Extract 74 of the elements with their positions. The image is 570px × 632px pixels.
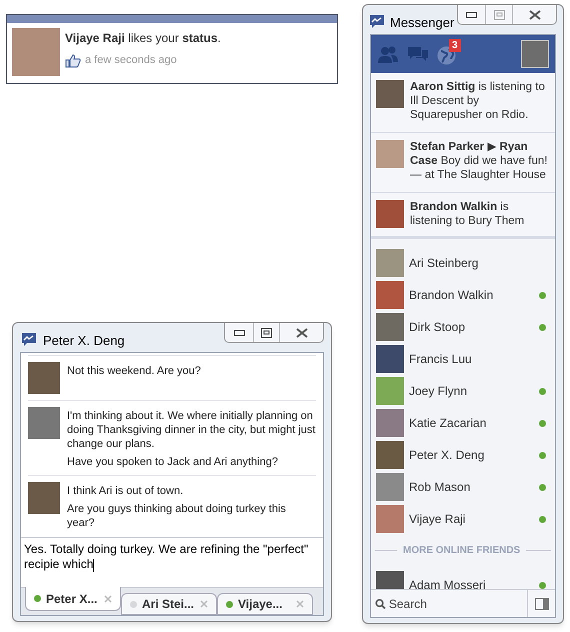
message-text: I'm thinking about it. We where initially planning on doing Thanksgiving dinner in the city, but might just change our plans.	[67, 409, 316, 451]
avatar-photo-placeholder	[28, 362, 60, 394]
avatar-photo-placeholder	[376, 473, 404, 501]
ticker-item[interactable]: Aaron Sittig is listening to Ill Descent by Squarepusher on Rdio.	[371, 73, 555, 133]
search-icon	[375, 598, 386, 610]
close-icon[interactable]	[104, 594, 112, 603]
friend-item[interactable]: Rob Mason	[375, 471, 551, 503]
avatar-photo-placeholder	[376, 200, 404, 228]
friend-item[interactable]: Brandon Walkin	[375, 279, 551, 311]
search-field[interactable]: Search	[388, 594, 523, 612]
window-title: Peter X. Deng	[43, 332, 125, 350]
avatar-photo-placeholder	[376, 313, 404, 341]
message-text: Not this weekend. Are you?	[67, 364, 201, 378]
avatar-photo-placeholder	[376, 345, 404, 373]
avatar-photo-placeholder	[28, 407, 60, 439]
message-text: I think Ari is out of town.	[67, 484, 184, 498]
friend-item[interactable]: Peter X. Deng	[375, 439, 551, 471]
avatar-photo-placeholder	[376, 377, 404, 405]
friends-icon[interactable]	[377, 45, 399, 63]
notification-badge: 3	[449, 39, 461, 52]
message-text: Are you guys thinking about doing turkey this year?	[67, 502, 287, 530]
chat-tab[interactable]: Peter X...	[25, 587, 121, 612]
friend-name: Katie Zacarian	[409, 415, 488, 432]
close-icon	[296, 328, 308, 338]
profile-photo-placeholder[interactable]	[521, 40, 549, 68]
messenger-logo-icon	[21, 332, 37, 346]
chat-tab[interactable]: Vijaye...	[217, 593, 313, 615]
avatar-photo-placeholder	[376, 281, 404, 309]
avatar-photo-placeholder	[376, 409, 404, 437]
friend-item[interactable]: Dirk Stoop	[375, 311, 551, 343]
close-icon	[528, 10, 540, 20]
minimize-icon	[466, 12, 477, 18]
friend-name: Francis Luu	[409, 351, 473, 368]
ticker-text: Stefan Parker ▶ Ryan Case Boy did we have fun! — at The Slaughter House	[410, 140, 548, 183]
messages-icon[interactable]	[407, 45, 429, 63]
message-text: Have you spoken to Jack and Ari anything?	[67, 455, 279, 469]
avatar-photo-placeholder	[376, 249, 404, 277]
friend-name: Rob Mason	[409, 479, 472, 496]
friend-item[interactable]: Vijaye Raji	[375, 503, 551, 535]
ticker-item[interactable]: Stefan Parker ▶ Ryan Case Boy did we have fun! — at The Slaughter House	[371, 133, 555, 193]
friend-name: Ari Steinberg	[409, 255, 480, 272]
friend-item[interactable]: Joey Flynn	[375, 375, 551, 407]
avatar-photo-placeholder	[376, 441, 404, 469]
message-input-field[interactable]: Yes. Totally doing turkey. We are refining the "perfect" recipie which	[24, 542, 320, 572]
friend-item[interactable]: Francis Luu	[375, 343, 551, 375]
friend-item[interactable]: Adam Mosseri	[375, 569, 551, 589]
friend-name: Adam Mosseri	[409, 577, 487, 589]
avatar-photo-placeholder	[376, 80, 404, 108]
avatar-photo-placeholder	[376, 140, 404, 168]
friend-item[interactable]: Katie Zacarian	[375, 407, 551, 439]
window-title: Messenger	[390, 14, 454, 32]
avatar-photo-placeholder	[376, 505, 404, 533]
friend-name: Joey Flynn	[409, 383, 468, 400]
close-icon[interactable]	[296, 600, 304, 608]
messenger-logo-icon	[369, 14, 385, 28]
ticker-text: Aaron Sittig is listening to Ill Descent by Squarepusher on Rdio.	[410, 80, 546, 123]
notification-text: Vijaye Raji likes your status.	[65, 30, 221, 47]
chat-tab[interactable]: Ari Stei...	[121, 593, 217, 615]
thumbs-up-icon	[65, 52, 81, 68]
friend-item[interactable]: Ari Steinberg	[375, 247, 551, 279]
panel-icon	[534, 598, 548, 610]
friend-name: Dirk Stoop	[409, 319, 466, 336]
maximize-icon	[261, 328, 272, 338]
friend-name: Peter X. Deng	[409, 447, 486, 464]
avatar-photo-placeholder	[28, 482, 60, 514]
ticker-text: Brandon Walkin is listening to Bury Them	[410, 200, 526, 229]
notification-time: a few seconds ago	[85, 53, 177, 68]
friend-name: Vijaye Raji	[409, 511, 466, 528]
maximize-icon	[494, 10, 504, 20]
avatar-photo-placeholder	[12, 28, 60, 76]
close-icon[interactable]	[200, 600, 208, 608]
minimize-icon	[234, 330, 244, 336]
friend-name: Brandon Walkin	[409, 287, 494, 304]
section-label: MORE ONLINE FRIENDS	[403, 544, 520, 558]
